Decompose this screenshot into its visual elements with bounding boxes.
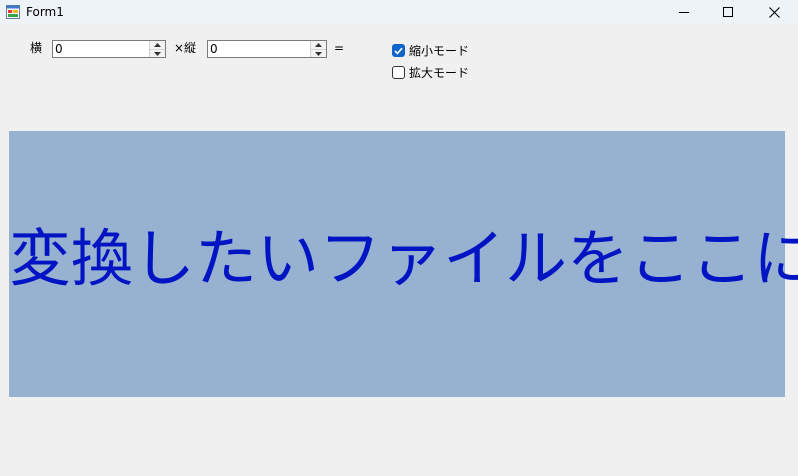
width-down-arrow-icon[interactable] bbox=[150, 49, 165, 57]
equals-label: = bbox=[334, 41, 345, 55]
width-up-arrow-icon[interactable] bbox=[150, 41, 165, 49]
times-height-label: ×縦 bbox=[174, 41, 197, 55]
enlarge-mode-checkbox[interactable]: 拡大モード bbox=[392, 64, 469, 81]
shrink-mode-check-icon[interactable] bbox=[392, 44, 405, 57]
width-spinner-arrows[interactable] bbox=[149, 41, 165, 57]
file-drop-area[interactable]: 変換したいファイルをここに bbox=[9, 131, 798, 397]
form-app-icon bbox=[6, 5, 20, 19]
height-spinner[interactable] bbox=[207, 40, 327, 58]
shrink-mode-label: 縮小モード bbox=[409, 44, 470, 58]
window-title: Form1 bbox=[26, 5, 64, 19]
height-input[interactable] bbox=[210, 41, 300, 57]
height-spinner-arrows[interactable] bbox=[310, 41, 326, 57]
maximize-button[interactable] bbox=[706, 0, 750, 24]
maximize-icon bbox=[723, 7, 733, 17]
close-icon bbox=[768, 6, 780, 18]
height-down-arrow-icon[interactable] bbox=[311, 49, 326, 57]
width-spinner[interactable] bbox=[52, 40, 166, 58]
drop-area-text: 変換したいファイルをここに bbox=[9, 222, 798, 295]
minimize-button[interactable] bbox=[662, 0, 706, 24]
enlarge-mode-label: 拡大モード bbox=[409, 66, 470, 80]
minimize-icon bbox=[679, 7, 689, 17]
height-up-arrow-icon[interactable] bbox=[311, 41, 326, 49]
close-button[interactable] bbox=[752, 0, 796, 24]
enlarge-mode-box-icon[interactable] bbox=[392, 66, 405, 79]
width-input[interactable] bbox=[55, 41, 145, 57]
title-bar[interactable]: Form1 bbox=[0, 0, 798, 24]
width-label: 横 bbox=[30, 41, 43, 55]
shrink-mode-checkbox[interactable]: 縮小モード bbox=[392, 42, 469, 59]
